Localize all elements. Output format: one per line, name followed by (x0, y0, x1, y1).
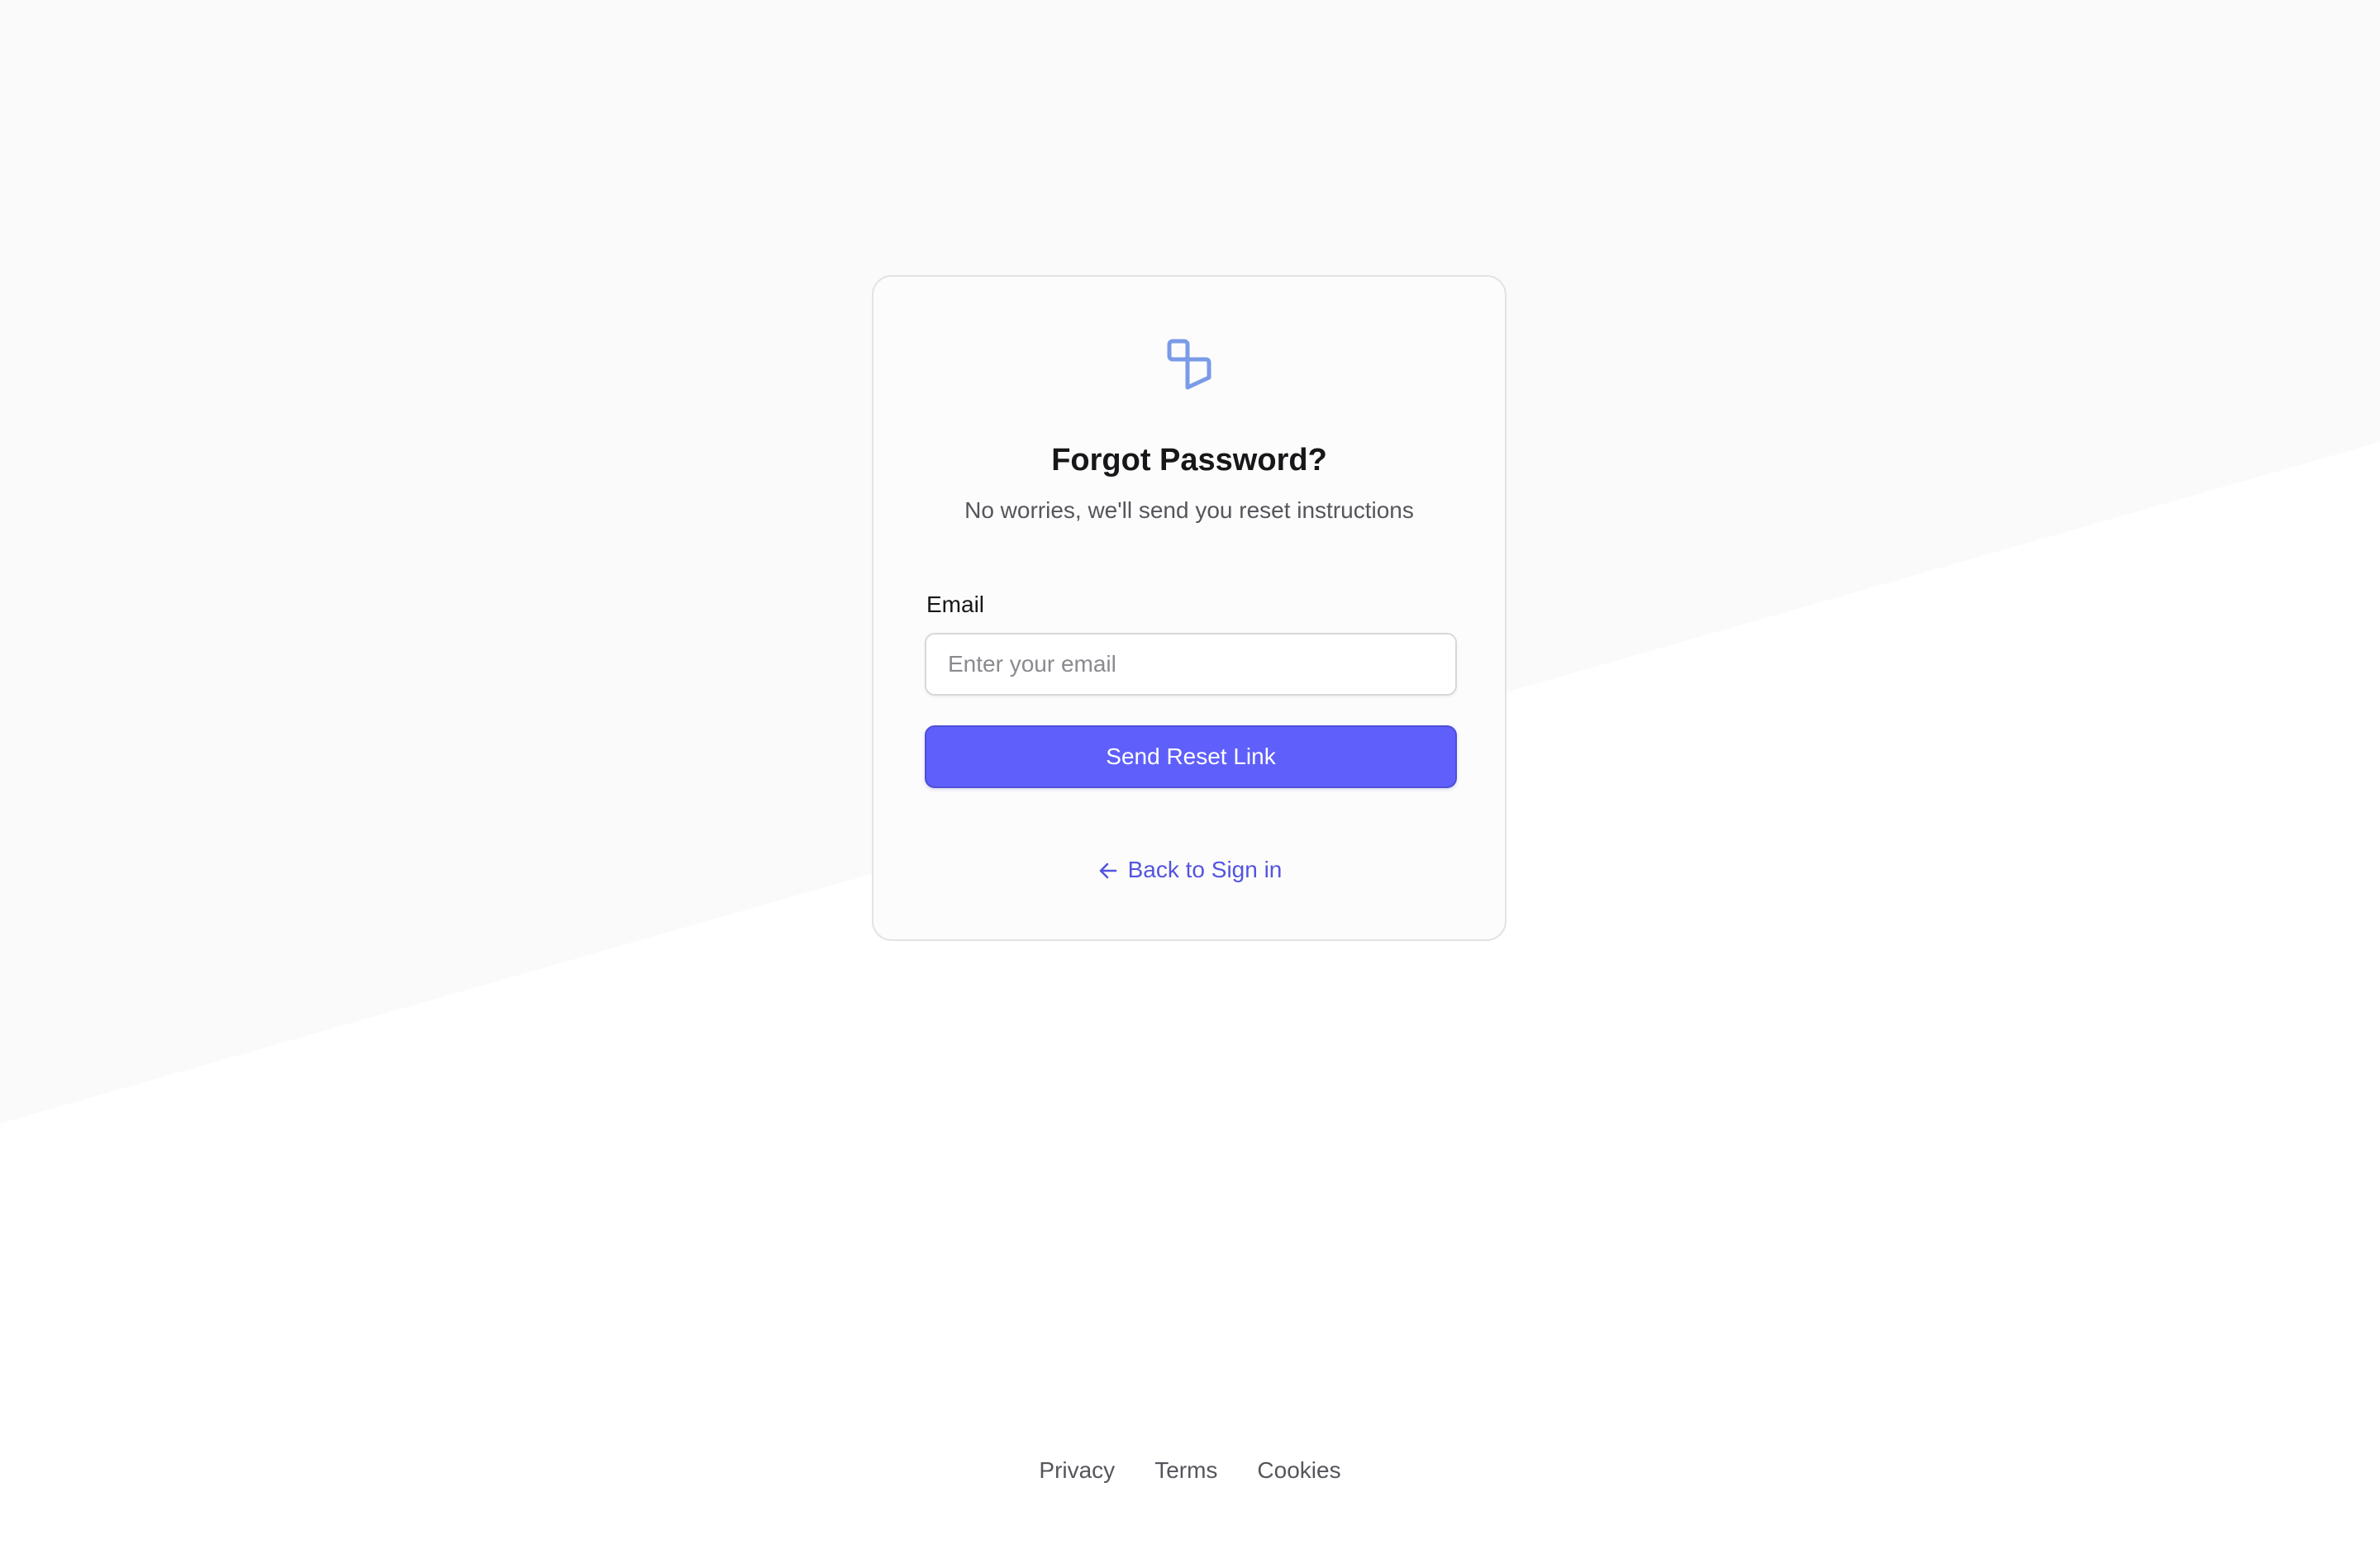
footer-link-privacy[interactable]: Privacy (1039, 1456, 1115, 1485)
back-to-sign-in-link[interactable]: Back to Sign in (873, 855, 1505, 885)
forgot-password-card: Forgot Password? No worries, we'll send … (872, 275, 1507, 941)
email-label: Email (926, 592, 985, 617)
page-subtitle: No worries, we'll send you reset instruc… (964, 497, 1414, 523)
brand-logo-icon (1167, 339, 1211, 390)
send-reset-link-button[interactable]: Send Reset Link (925, 725, 1457, 788)
footer-link-terms[interactable]: Terms (1154, 1456, 1217, 1485)
footer-link-cookies[interactable]: Cookies (1257, 1456, 1340, 1485)
footer-links: Privacy Terms Cookies (0, 1456, 2380, 1485)
page-title: Forgot Password? (1051, 443, 1327, 478)
arrow-left-icon (1099, 862, 1116, 879)
back-to-sign-in-label: Back to Sign in (1127, 857, 1283, 882)
email-field[interactable] (925, 633, 1457, 696)
